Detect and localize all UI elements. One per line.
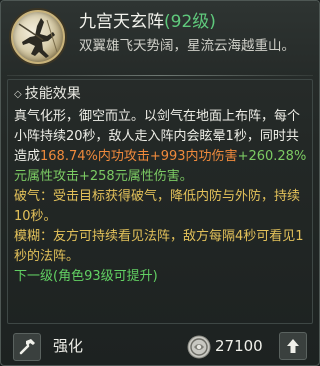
- upgrade-bar: 强化 27100: [1, 327, 319, 365]
- diamond-bullet-icon: ◇: [14, 89, 22, 100]
- effect-paragraph-blur: 模糊：友方可持续看见法阵，敌方每隔4秒可看见1秒的法阵。: [14, 229, 304, 264]
- arrow-up-icon: [287, 339, 299, 353]
- section-title: 技能效果: [24, 86, 81, 102]
- skill-level: (92级): [164, 12, 216, 32]
- next-level-hint: 下一级(角色93级可提升): [14, 269, 158, 284]
- skill-icon: [11, 10, 65, 64]
- effect-description: 真气化形，御空而立。以剑气在地面上布阵，每个小阵持续20秒，敌人走入阵内会眩晕1…: [14, 107, 308, 287]
- header-divider: [7, 75, 313, 76]
- skill-tooltip-panel: 九宫天玄阵(92级) 双翼雄飞天势阔，星流云海越重山。 ◇ 技能效果 真气化形，御…: [0, 0, 320, 366]
- sword-dancer-icon: [18, 18, 58, 58]
- skill-name: 九宫天玄阵: [79, 12, 164, 32]
- skill-effects-section: ◇ 技能效果 真气化形，御空而立。以剑气在地面上布阵，每个小阵持续20秒，敌人走入…: [7, 79, 313, 324]
- effect-paragraph-main: 真气化形，御空而立。以剑气在地面上布阵，每个小阵持续20秒，敌人走入阵内会眩晕1…: [14, 107, 308, 187]
- upgrade-arrow-button[interactable]: [279, 332, 307, 360]
- effect-paragraph-break-qi: 破气：受击目标获得破气，降低内防与外防，持续10秒。: [14, 189, 301, 224]
- section-header: ◇ 技能效果: [14, 85, 81, 104]
- internal-damage-text: 168.74%内功攻击+993内功伤害: [40, 149, 238, 164]
- coin-icon: [187, 335, 211, 359]
- skill-subtitle: 双翼雄飞天势阔，星流云海越重山。: [79, 38, 295, 54]
- upgrade-label[interactable]: 强化: [53, 336, 83, 356]
- hammer-icon: [13, 333, 41, 361]
- skill-title: 九宫天玄阵(92级): [79, 11, 216, 33]
- upgrade-cost: 27100: [215, 337, 263, 355]
- skill-header: 九宫天玄阵(92级) 双翼雄飞天势阔，星流云海越重山。: [1, 1, 319, 75]
